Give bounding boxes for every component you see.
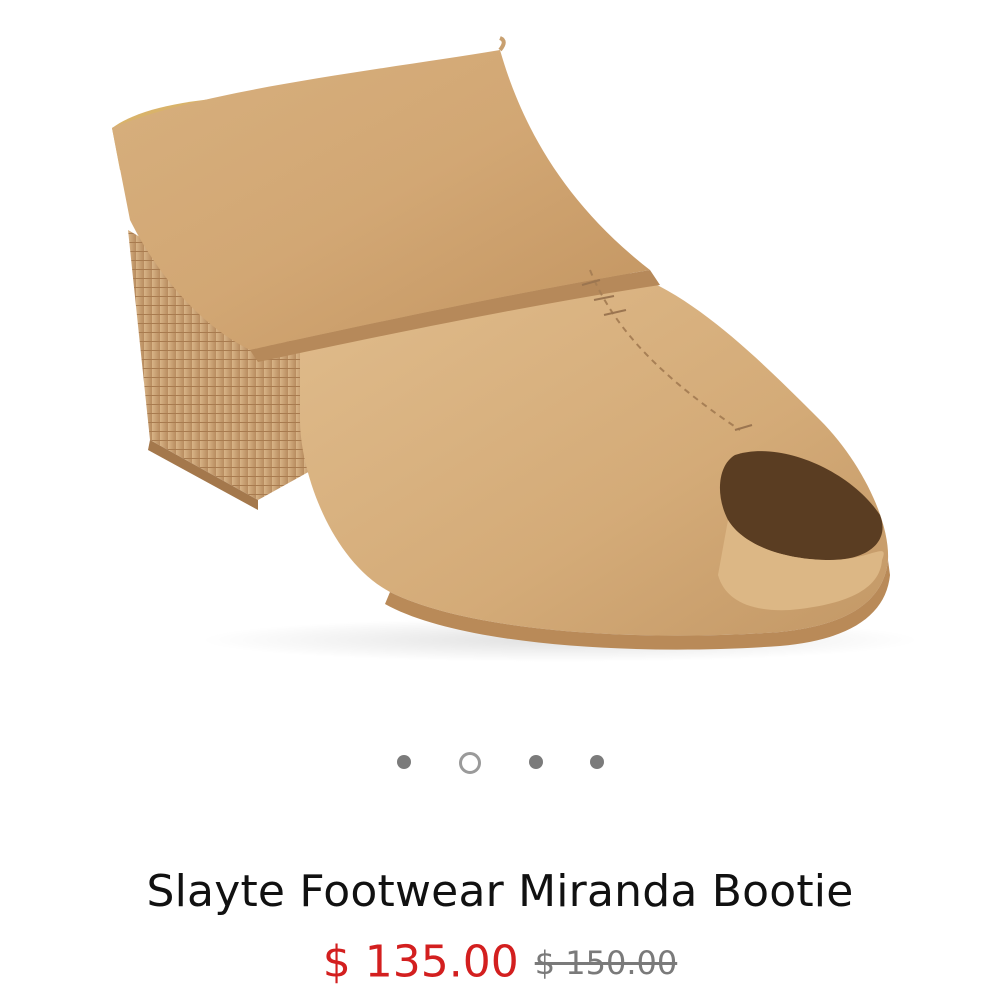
gallery-pagination [0, 752, 1000, 776]
gallery-dot-2-active[interactable] [459, 752, 481, 774]
gallery-dot-3[interactable] [529, 755, 543, 769]
product-image[interactable] [0, 0, 1000, 720]
price-block: $ 135.00 $ 150.00 [0, 932, 1000, 993]
original-price: $ 150.00 [534, 943, 678, 982]
sale-price: $ 135.00 [322, 936, 519, 988]
product-page: Slayte Footwear Miranda Bootie $ 135.00 $… [0, 0, 1000, 1000]
gallery-dot-4[interactable] [590, 755, 604, 769]
gallery-dot-1[interactable] [397, 755, 411, 769]
image-gallery[interactable] [0, 0, 1000, 720]
product-title: Slayte Footwear Miranda Bootie [146, 866, 854, 917]
